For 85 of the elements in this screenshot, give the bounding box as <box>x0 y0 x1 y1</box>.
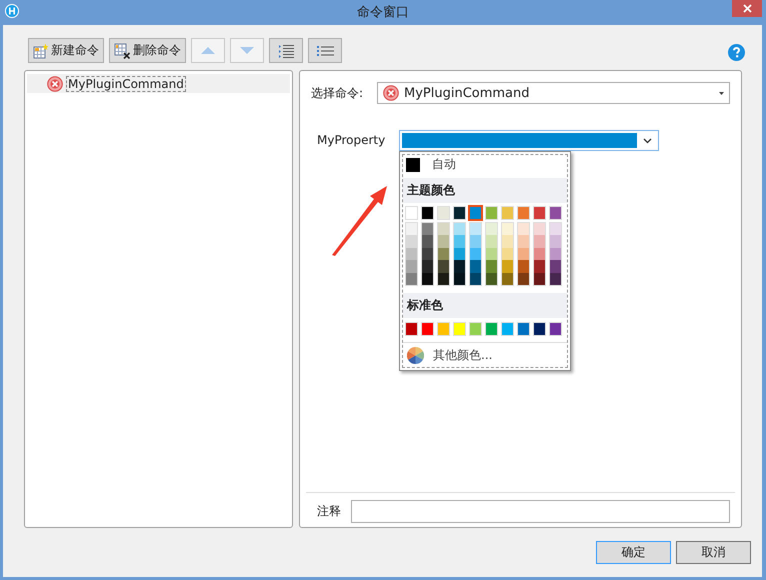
color-swatch[interactable] <box>550 235 561 248</box>
error-icon <box>383 85 399 101</box>
color-swatch[interactable] <box>438 272 449 285</box>
color-swatch[interactable] <box>454 248 465 260</box>
command-dropdown[interactable]: MyPluginCommand <box>377 82 730 104</box>
color-swatch[interactable] <box>534 260 545 273</box>
more-colors-option[interactable]: 其他颜色... <box>403 344 567 367</box>
color-swatch[interactable] <box>502 248 513 260</box>
color-swatch[interactable] <box>486 248 497 260</box>
color-swatch[interactable] <box>518 272 529 285</box>
color-swatch[interactable] <box>406 223 417 236</box>
color-swatch[interactable] <box>502 223 513 236</box>
color-swatch[interactable] <box>438 248 449 260</box>
comment-label: 注释 <box>317 503 342 520</box>
color-swatch[interactable] <box>486 235 497 248</box>
color-swatch[interactable] <box>470 235 481 248</box>
standard-colors-header: 标准色 <box>403 292 567 318</box>
color-swatch[interactable] <box>502 260 513 273</box>
color-swatch[interactable] <box>454 272 465 285</box>
color-swatch[interactable] <box>550 223 561 236</box>
color-swatch[interactable] <box>438 260 449 273</box>
color-swatch[interactable] <box>518 235 529 248</box>
caret-icon <box>719 92 724 94</box>
comment-input-field[interactable] <box>351 500 730 523</box>
color-swatch[interactable] <box>470 248 481 260</box>
color-swatch[interactable] <box>406 248 417 260</box>
color-swatch[interactable] <box>438 223 449 236</box>
color-swatch[interactable] <box>486 260 497 273</box>
color-swatch[interactable] <box>550 272 561 285</box>
color-swatch[interactable] <box>470 260 481 273</box>
arrow-drawing <box>330 185 388 257</box>
color-field[interactable] <box>399 130 659 151</box>
cancel-button[interactable]: 取消 <box>676 541 751 564</box>
ok-button[interactable]: 确定 <box>596 541 671 564</box>
theme-colors-header: 主题颜色 <box>403 178 567 203</box>
chevron-down-icon[interactable] <box>643 138 652 144</box>
color-swatch[interactable] <box>470 223 481 236</box>
color-swatch[interactable] <box>406 235 417 248</box>
color-swatch[interactable] <box>502 235 513 248</box>
color-swatch[interactable] <box>486 272 497 285</box>
logo-icon <box>5 4 19 18</box>
color-swatch[interactable] <box>550 248 561 260</box>
color-wheel-icon <box>407 346 424 364</box>
color-swatch[interactable] <box>454 260 465 273</box>
color-swatch[interactable] <box>422 260 433 273</box>
color-swatch[interactable] <box>438 235 449 248</box>
delete-button[interactable]: 删除命令 <box>109 38 186 63</box>
color-swatch[interactable] <box>534 272 545 285</box>
table-x-icon <box>114 42 131 58</box>
color-swatch[interactable] <box>534 235 545 248</box>
color-swatch[interactable] <box>550 260 561 273</box>
color-swatch[interactable] <box>422 223 433 236</box>
close-icon <box>742 4 752 13</box>
color-swatch[interactable] <box>502 272 513 285</box>
automatic-color-option[interactable]: 自动 <box>403 155 567 174</box>
color-swatch[interactable] <box>422 248 433 260</box>
color-swatch[interactable] <box>454 223 465 236</box>
indent-button[interactable] <box>269 38 303 63</box>
command-list-item[interactable]: MyPluginCommand <box>27 74 290 93</box>
color-swatch[interactable] <box>486 223 497 236</box>
color-swatch[interactable] <box>518 248 529 260</box>
property-label: MyProperty <box>317 132 386 149</box>
color-swatch[interactable] <box>454 235 465 248</box>
color-swatch[interactable] <box>470 272 481 285</box>
color-swatch[interactable] <box>422 272 433 285</box>
indent-list-icon <box>278 44 294 58</box>
color-swatch[interactable] <box>518 223 529 236</box>
color-swatch[interactable] <box>469 206 482 220</box>
close-button[interactable] <box>732 0 762 17</box>
new-button[interactable]: 新建命令 <box>28 38 104 63</box>
bullet-list-icon <box>316 44 334 56</box>
color-swatch[interactable] <box>406 272 417 285</box>
up-triangle-icon <box>201 47 215 54</box>
color-swatch[interactable] <box>422 235 433 248</box>
window-title: 命令窗口 <box>356 4 410 21</box>
color-swatch[interactable] <box>518 260 529 273</box>
select-command-label: 选择命令: <box>311 84 364 102</box>
color-swatch[interactable] <box>406 260 417 273</box>
help-icon[interactable] <box>728 44 745 61</box>
error-icon <box>47 76 63 92</box>
color-swatch[interactable] <box>534 223 545 236</box>
outdent-button[interactable] <box>308 38 342 63</box>
down-triangle-icon <box>240 47 254 54</box>
color-swatch[interactable] <box>534 248 545 260</box>
table-star-icon <box>33 42 49 58</box>
